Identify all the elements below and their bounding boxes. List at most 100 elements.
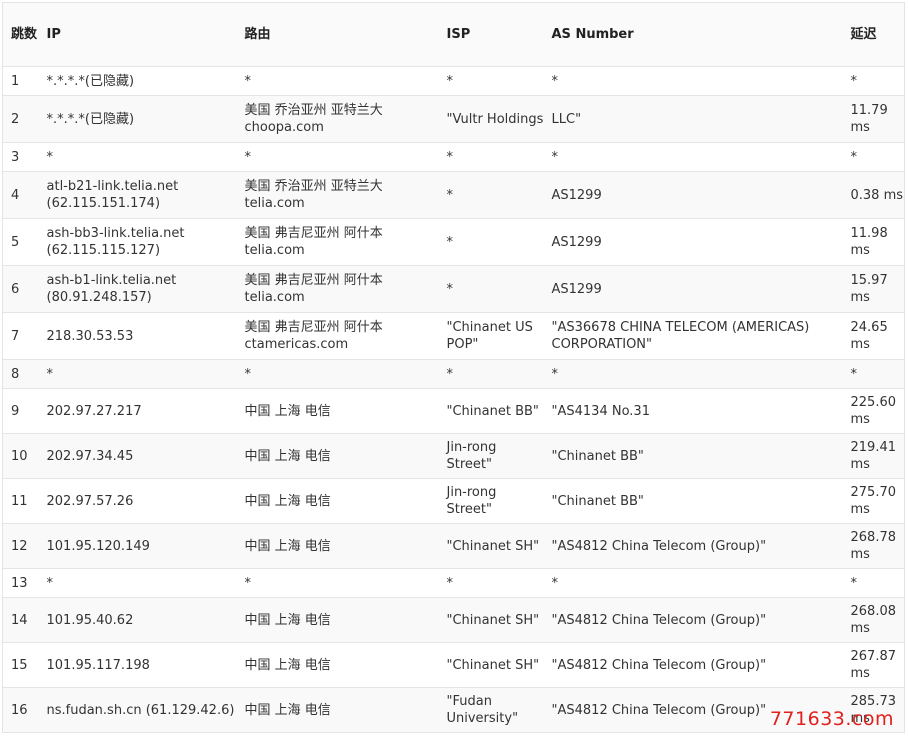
- cell-as-number: "AS4134 No.31: [543, 388, 843, 434]
- traceroute-table: 跳数 IP 路由 ISP AS Number 延迟 1 *.*.*.*(已隐藏)…: [2, 2, 905, 733]
- header-as-number: AS Number: [543, 2, 843, 67]
- cell-hop: 1: [2, 66, 39, 96]
- table-row: 1 *.*.*.*(已隐藏) * * * *: [2, 66, 905, 96]
- header-ip: IP: [38, 2, 237, 67]
- cell-isp: *: [438, 66, 544, 96]
- cell-isp: "Chinanet SH": [438, 523, 544, 569]
- cell-latency: 0.38 ms: [842, 171, 905, 219]
- cell-isp: *: [438, 265, 544, 313]
- cell-ip: 101.95.120.149: [38, 523, 237, 569]
- table-row: 4 atl-b21-link.telia.net (62.115.151.174…: [2, 171, 905, 219]
- cell-ip: 218.30.53.53: [38, 312, 237, 360]
- table-row: 12 101.95.120.149 中国 上海 电信 "Chinanet SH"…: [2, 523, 905, 569]
- cell-isp: "Chinanet BB": [438, 388, 544, 434]
- cell-route: 中国 上海 电信: [236, 687, 439, 733]
- cell-as-number: *: [543, 66, 843, 96]
- header-hop: 跳数: [2, 2, 39, 67]
- cell-route: 美国 弗吉尼亚州 阿什本 telia.com: [236, 265, 439, 313]
- cell-ip: ash-bb3-link.telia.net (62.115.115.127): [38, 218, 237, 266]
- cell-isp: "Vultr Holdings: [438, 95, 544, 143]
- cell-route: 美国 弗吉尼亚州 阿什本 telia.com: [236, 218, 439, 266]
- cell-route: *: [236, 142, 439, 172]
- table-row: 8 * * * * *: [2, 359, 905, 389]
- cell-latency: 219.41 ms: [842, 433, 905, 479]
- cell-ip: 202.97.27.217: [38, 388, 237, 434]
- table-row: 10 202.97.34.45 中国 上海 电信 Jin-rong Street…: [2, 433, 905, 479]
- cell-route: 美国 弗吉尼亚州 阿什本 ctamericas.com: [236, 312, 439, 360]
- table-row: 11 202.97.57.26 中国 上海 电信 Jin-rong Street…: [2, 478, 905, 524]
- table-row: 5 ash-bb3-link.telia.net (62.115.115.127…: [2, 218, 905, 266]
- table-row: 9 202.97.27.217 中国 上海 电信 "Chinanet BB" "…: [2, 388, 905, 434]
- cell-isp: *: [438, 142, 544, 172]
- cell-isp: *: [438, 568, 544, 598]
- cell-as-number: *: [543, 359, 843, 389]
- cell-route: 美国 乔治亚州 亚特兰大 choopa.com: [236, 95, 439, 143]
- cell-isp: "Fudan University": [438, 687, 544, 733]
- cell-ip: 101.95.117.198: [38, 642, 237, 688]
- cell-route: 中国 上海 电信: [236, 478, 439, 524]
- cell-route: 美国 乔治亚州 亚特兰大 telia.com: [236, 171, 439, 219]
- cell-isp: *: [438, 171, 544, 219]
- cell-route: 中国 上海 电信: [236, 523, 439, 569]
- cell-hop: 14: [2, 597, 39, 643]
- table-header: 跳数 IP 路由 ISP AS Number 延迟: [2, 2, 905, 67]
- cell-as-number: LLC": [543, 95, 843, 143]
- cell-hop: 11: [2, 478, 39, 524]
- cell-latency: 267.87 ms: [842, 642, 905, 688]
- cell-ip: *: [38, 359, 237, 389]
- table-body: 1 *.*.*.*(已隐藏) * * * * 2 *.*.*.*(已隐藏) 美国…: [2, 66, 905, 733]
- cell-ip: *.*.*.*(已隐藏): [38, 95, 237, 143]
- cell-isp: "Chinanet SH": [438, 597, 544, 643]
- header-isp: ISP: [438, 2, 544, 67]
- cell-isp: Jin-rong Street": [438, 433, 544, 479]
- cell-as-number: "AS4812 China Telecom (Group)": [543, 597, 843, 643]
- cell-hop: 8: [2, 359, 39, 389]
- cell-latency: 268.78 ms: [842, 523, 905, 569]
- cell-route: *: [236, 568, 439, 598]
- table-row: 7 218.30.53.53 美国 弗吉尼亚州 阿什本 ctamericas.c…: [2, 312, 905, 360]
- table-row: 6 ash-b1-link.telia.net (80.91.248.157) …: [2, 265, 905, 313]
- table-row: 13 * * * * *: [2, 568, 905, 598]
- cell-hop: 15: [2, 642, 39, 688]
- cell-as-number: "AS4812 China Telecom (Group)": [543, 642, 843, 688]
- cell-hop: 6: [2, 265, 39, 313]
- cell-hop: 16: [2, 687, 39, 733]
- cell-isp: Jin-rong Street": [438, 478, 544, 524]
- cell-hop: 13: [2, 568, 39, 598]
- cell-hop: 9: [2, 388, 39, 434]
- cell-latency: 225.60 ms: [842, 388, 905, 434]
- cell-route: 中国 上海 电信: [236, 388, 439, 434]
- cell-isp: *: [438, 218, 544, 266]
- cell-as-number: "AS4812 China Telecom (Group)": [543, 523, 843, 569]
- cell-ip: 202.97.57.26: [38, 478, 237, 524]
- cell-latency: 24.65 ms: [842, 312, 905, 360]
- site-watermark: 771633.com: [769, 708, 894, 730]
- cell-hop: 7: [2, 312, 39, 360]
- cell-latency: 11.98 ms: [842, 218, 905, 266]
- cell-hop: 10: [2, 433, 39, 479]
- cell-ip: ns.fudan.sh.cn (61.129.42.6): [38, 687, 237, 733]
- cell-ip: 202.97.34.45: [38, 433, 237, 479]
- cell-as-number: "Chinanet BB": [543, 478, 843, 524]
- cell-as-number: *: [543, 142, 843, 172]
- header-latency: 延迟: [842, 2, 905, 67]
- cell-ip: *: [38, 568, 237, 598]
- cell-as-number: *: [543, 568, 843, 598]
- cell-as-number: "AS36678 CHINA TELECOM (AMERICAS) CORPOR…: [543, 312, 843, 360]
- cell-hop: 3: [2, 142, 39, 172]
- cell-latency: *: [842, 142, 905, 172]
- header-row: 跳数 IP 路由 ISP AS Number 延迟: [2, 2, 905, 67]
- cell-latency: 15.97 ms: [842, 265, 905, 313]
- cell-hop: 2: [2, 95, 39, 143]
- table-row: 2 *.*.*.*(已隐藏) 美国 乔治亚州 亚特兰大 choopa.com "…: [2, 95, 905, 143]
- cell-hop: 4: [2, 171, 39, 219]
- cell-isp: "Chinanet US POP": [438, 312, 544, 360]
- header-route: 路由: [236, 2, 439, 67]
- cell-as-number: "Chinanet BB": [543, 433, 843, 479]
- cell-isp: *: [438, 359, 544, 389]
- cell-ip: 101.95.40.62: [38, 597, 237, 643]
- table-row: 15 101.95.117.198 中国 上海 电信 "Chinanet SH"…: [2, 642, 905, 688]
- cell-route: 中国 上海 电信: [236, 433, 439, 479]
- cell-ip: atl-b21-link.telia.net (62.115.151.174): [38, 171, 237, 219]
- cell-route: 中国 上海 电信: [236, 642, 439, 688]
